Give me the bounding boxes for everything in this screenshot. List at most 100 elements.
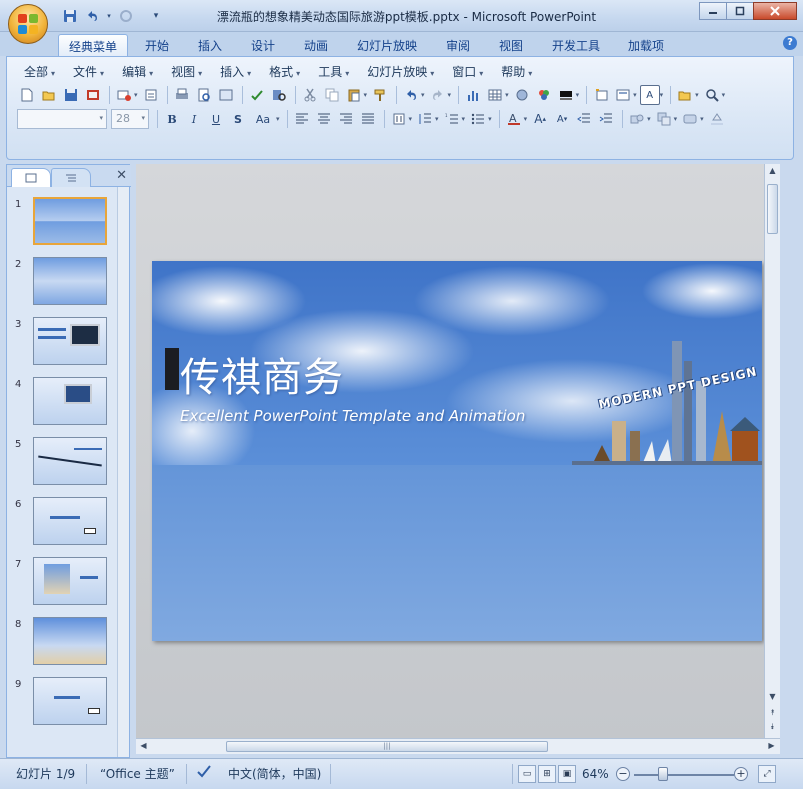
- menu-slideshow[interactable]: 幻灯片放映 ▾: [358, 63, 443, 81]
- next-slide-icon[interactable]: ⯯: [767, 722, 778, 732]
- cut-icon[interactable]: [300, 85, 320, 105]
- open-icon[interactable]: [39, 85, 59, 105]
- zoom-in-icon[interactable]: +: [734, 767, 748, 781]
- hscroll-thumb[interactable]: |||: [226, 741, 548, 752]
- grayscale-icon[interactable]: [556, 85, 576, 105]
- menu-format[interactable]: 格式 ▾: [260, 63, 309, 81]
- slide-subtitle[interactable]: Excellent PowerPoint Template and Animat…: [180, 407, 525, 425]
- slideshow-view-icon[interactable]: ▣: [558, 765, 576, 783]
- language-indicator[interactable]: 中文(简体，中国): [228, 764, 321, 784]
- fit-to-window-icon[interactable]: ⤢: [758, 765, 776, 783]
- slide-title[interactable]: 传祺商务: [180, 345, 344, 403]
- bullets-icon[interactable]: [468, 109, 488, 129]
- font-size-box[interactable]: 28 ▾: [111, 109, 149, 129]
- slide-thumbnail-2[interactable]: 2: [7, 255, 117, 311]
- align-right-icon[interactable]: [336, 109, 356, 129]
- justify-icon[interactable]: [358, 109, 378, 129]
- menu-edit[interactable]: 编辑 ▾: [113, 63, 162, 81]
- zoom-level[interactable]: 64%: [582, 764, 609, 784]
- copy-icon[interactable]: [322, 85, 342, 105]
- underline-icon[interactable]: U: [206, 109, 226, 129]
- tab-design[interactable]: 设计: [241, 34, 285, 56]
- slide-thumbnail-6[interactable]: 6: [7, 495, 117, 551]
- insert-clipart-icon[interactable]: [512, 85, 532, 105]
- zoom-slider-knob[interactable]: [658, 767, 668, 781]
- menu-insert[interactable]: 插入 ▾: [211, 63, 260, 81]
- tab-classic-menu[interactable]: 经典菜单: [58, 34, 129, 56]
- close-pane-icon[interactable]: ✕: [116, 168, 127, 183]
- spell-check-icon[interactable]: [196, 764, 212, 784]
- tab-slideshow[interactable]: 幻灯片放映: [347, 34, 427, 56]
- shrink-font-icon[interactable]: A ▾: [552, 109, 572, 129]
- tab-addins[interactable]: 加载项: [618, 34, 674, 56]
- office-button[interactable]: [8, 4, 48, 44]
- bold-icon[interactable]: B: [162, 109, 182, 129]
- decrease-indent-icon[interactable]: [574, 109, 594, 129]
- normal-view-icon[interactable]: ▭: [518, 765, 536, 783]
- maximize-button[interactable]: [726, 2, 754, 20]
- undo-toolbar-icon[interactable]: [401, 85, 421, 105]
- scroll-up-icon[interactable]: ▲: [767, 166, 778, 175]
- email-icon[interactable]: [114, 85, 134, 105]
- insert-table-icon[interactable]: [485, 85, 505, 105]
- font-name-box[interactable]: ▾: [17, 109, 107, 129]
- theme-icon[interactable]: [675, 85, 695, 105]
- previous-slide-icon[interactable]: ⯭: [767, 708, 778, 718]
- new-slide-icon[interactable]: [591, 85, 611, 105]
- help-icon[interactable]: ?: [783, 36, 797, 50]
- scroll-left-icon[interactable]: ◀: [138, 741, 149, 750]
- menu-view[interactable]: 视图 ▾: [162, 63, 211, 81]
- scroll-down-icon[interactable]: ▼: [767, 692, 778, 701]
- tab-developer[interactable]: 开发工具: [542, 34, 610, 56]
- paste-icon[interactable]: [344, 85, 364, 105]
- slide-thumbnail-1[interactable]: 1: [7, 195, 117, 251]
- textbox-icon[interactable]: A: [639, 85, 660, 105]
- save-toolbar-icon[interactable]: [61, 85, 81, 105]
- slides-pane-scrollbar[interactable]: [117, 187, 129, 757]
- find-icon[interactable]: [702, 85, 722, 105]
- slide-thumbnail-3[interactable]: 3: [7, 315, 117, 371]
- permission-icon[interactable]: [83, 85, 103, 105]
- arrange-icon[interactable]: [654, 109, 674, 129]
- font-color-icon[interactable]: A: [504, 109, 524, 129]
- tab-home[interactable]: 开始: [135, 34, 179, 56]
- menu-all[interactable]: 全部 ▾: [15, 63, 64, 81]
- menu-help[interactable]: 帮助 ▾: [492, 63, 541, 81]
- color-icon[interactable]: [534, 85, 554, 105]
- redo-toolbar-icon[interactable]: [428, 85, 448, 105]
- tab-animations[interactable]: 动画: [294, 34, 338, 56]
- shadow-icon[interactable]: S: [228, 109, 248, 129]
- slide-thumbnail-7[interactable]: 7: [7, 555, 117, 611]
- tab-slides-thumbnails[interactable]: [11, 168, 51, 187]
- workspace-vertical-scrollbar[interactable]: ▲ ▼ ⯭ ⯯: [764, 164, 780, 738]
- tab-review[interactable]: 审阅: [436, 34, 480, 56]
- quick-styles-icon[interactable]: [680, 109, 700, 129]
- print-icon[interactable]: [172, 85, 192, 105]
- tab-insert[interactable]: 插入: [188, 34, 232, 56]
- change-case-icon[interactable]: Aa: [250, 109, 276, 129]
- slide-thumbnail-9[interactable]: 9: [7, 675, 117, 731]
- align-center-icon[interactable]: [314, 109, 334, 129]
- scroll-thumb[interactable]: [767, 184, 778, 234]
- attach-icon[interactable]: [141, 85, 161, 105]
- tab-view[interactable]: 视图: [489, 34, 533, 56]
- layout-icon[interactable]: [613, 85, 633, 105]
- print-preview-icon[interactable]: [194, 85, 214, 105]
- menu-file[interactable]: 文件 ▾: [64, 63, 113, 81]
- slide-thumbnail-5[interactable]: 5: [7, 435, 117, 491]
- menu-window[interactable]: 窗口 ▾: [443, 63, 492, 81]
- spelling-icon[interactable]: [247, 85, 267, 105]
- tab-outline[interactable]: [51, 168, 91, 187]
- close-button[interactable]: [753, 2, 797, 20]
- numbering-icon[interactable]: 1: [442, 109, 462, 129]
- insert-chart-icon[interactable]: [463, 85, 483, 105]
- new-icon[interactable]: [17, 85, 37, 105]
- shape-fill-icon[interactable]: [707, 109, 727, 129]
- research-icon[interactable]: [269, 85, 289, 105]
- slide-thumbnail-4[interactable]: 4: [7, 375, 117, 431]
- text-direction-icon[interactable]: [389, 109, 409, 129]
- slide-canvas[interactable]: MODERN PPT DESIGN 传祺商务 Excellent PowerPo…: [152, 261, 762, 641]
- align-left-icon[interactable]: [292, 109, 312, 129]
- slide-view-icon[interactable]: [216, 85, 236, 105]
- zoom-slider[interactable]: [634, 774, 734, 776]
